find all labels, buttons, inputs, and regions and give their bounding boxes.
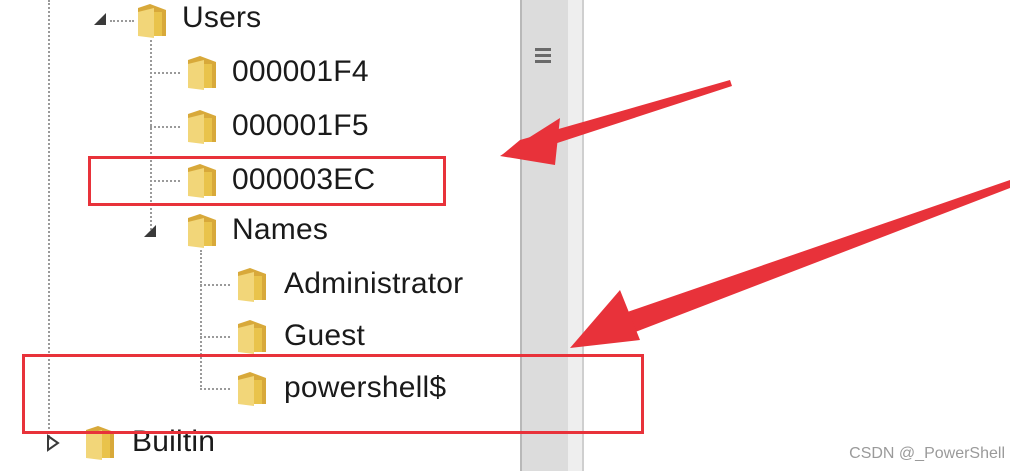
registry-tree-view: Users 000001F4 000001F5 000003EC Names A… <box>0 0 1011 471</box>
tree-node-label: 000001F4 <box>232 55 369 88</box>
tree-node-000001F5[interactable]: 000001F5 <box>0 106 500 156</box>
folder-icon <box>232 264 272 304</box>
scroll-grip-icon[interactable] <box>532 44 554 66</box>
tree-node-label: Users <box>182 1 262 34</box>
folder-icon <box>232 316 272 356</box>
watermark: CSDN @_PowerShell <box>849 445 1005 462</box>
folder-icon <box>182 106 222 146</box>
folder-icon <box>182 210 222 250</box>
tree-node-label: Guest <box>284 319 366 352</box>
tree-node-users[interactable]: Users <box>0 0 500 50</box>
expand-arrow-icon[interactable] <box>42 432 64 454</box>
folder-icon <box>182 52 222 92</box>
folder-icon <box>132 0 172 40</box>
arrow-icon <box>598 180 1010 334</box>
tree-node-label: Names <box>232 213 329 246</box>
tree-node-administrator[interactable]: Administrator <box>0 262 500 312</box>
highlight-box-000003EC <box>88 156 446 206</box>
collapse-arrow-icon[interactable] <box>140 220 162 242</box>
collapse-arrow-icon[interactable] <box>90 8 112 30</box>
highlight-box-powershell <box>22 354 644 434</box>
tree-node-names[interactable]: Names <box>0 210 500 260</box>
tree-node-label: Administrator <box>284 267 464 300</box>
tree-node-label: 000001F5 <box>232 109 369 142</box>
tree-node-000001F4[interactable]: 000001F4 <box>0 52 500 102</box>
